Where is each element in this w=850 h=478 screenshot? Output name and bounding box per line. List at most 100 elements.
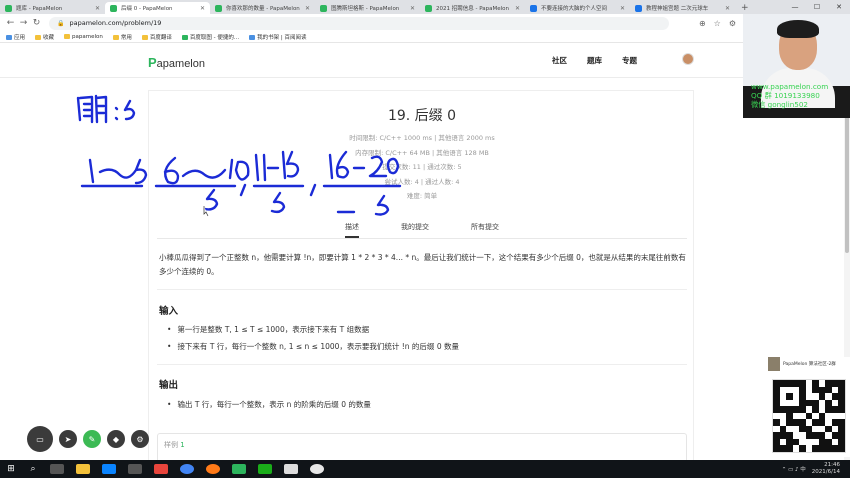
app-icon[interactable]	[206, 464, 220, 474]
search-icon[interactable]: ⌕	[22, 464, 44, 474]
close-icon[interactable]: ✕	[200, 5, 205, 12]
board-icon[interactable]: ▭	[27, 426, 53, 452]
list-item: 输出 T 行，每行一个整数，表示 n 的阶乘的后缀 0 的数量	[167, 396, 370, 413]
close-icon[interactable]: ✕	[515, 5, 520, 12]
papamelon-favicon	[425, 4, 432, 12]
list-item: 接下来有 T 行，每行一个整数 n, 1 ≤ n ≤ 1000，表示要我们统计 …	[167, 338, 459, 355]
windows-start-icon[interactable]: ⊞	[0, 464, 22, 474]
browser-tab-bar: 题库 - PapaMelon ✕ 后缀 0 - PapaMelon ✕ 你喜欢那的数…	[0, 0, 850, 14]
folder-icon	[141, 35, 148, 40]
maximize-icon[interactable]: ☐	[806, 0, 828, 14]
browser-tab[interactable]: 图腾斯坦格斯 - PapaMelon ✕	[315, 2, 420, 14]
close-icon[interactable]: ✕	[620, 5, 625, 12]
group-avatar	[768, 357, 780, 371]
app-icon[interactable]	[232, 464, 246, 474]
taskbar: ⊞ ⌕ ⌃ ▭ ♪ 中 21:46 2021/6/14	[0, 460, 850, 478]
papamelon-favicon	[320, 4, 327, 12]
bookmark-item[interactable]: 收藏	[35, 33, 54, 41]
submission-stats: 提交次数: 11 | 通过次数: 5	[382, 163, 462, 171]
forward-icon[interactable]: →	[17, 18, 30, 28]
qr-promo: PapaMelon 算法社区-2群	[768, 357, 850, 457]
input-list: 第一行是整数 T, 1 ≤ T ≤ 1000，表示接下来有 T 组数据 接下来有…	[167, 321, 459, 355]
url-text: papamelon.com/problem/19	[69, 19, 162, 27]
nav-problems[interactable]: 题库	[587, 55, 602, 66]
tab-description[interactable]: 描述	[345, 222, 359, 238]
clock[interactable]: 21:46 2021/6/14	[812, 462, 840, 476]
site-nav: 社区 题库 专题	[552, 55, 637, 66]
bookmark-item[interactable]: 我的书架 | 百阅阅读	[249, 33, 307, 41]
file-explorer-icon[interactable]	[76, 464, 90, 474]
browser-tab[interactable]: 题库 - PapaMelon ✕	[0, 2, 105, 14]
nav-topics[interactable]: 专题	[622, 55, 637, 66]
close-icon[interactable]: ✕	[305, 5, 310, 12]
chrome-icon[interactable]	[180, 464, 194, 474]
browser-tab[interactable]: 你喜欢那的数量 - PapaMelon ✕	[210, 2, 315, 14]
difficulty: 难度: 简单	[406, 192, 438, 200]
bookmark-item[interactable]: 百度翻译	[141, 33, 172, 41]
problem-tabs: 描述 我的提交 所有提交	[149, 222, 695, 238]
minimize-icon[interactable]: —	[784, 0, 806, 14]
back-icon[interactable]: ←	[4, 18, 17, 28]
app-icon[interactable]	[310, 464, 324, 474]
wechat-icon[interactable]	[258, 464, 272, 474]
lock-icon: 🔒	[57, 19, 65, 27]
page-title: 19. 后缀 0	[387, 108, 457, 124]
browser-tab[interactable]: 教程神姐宫题 二次元球车 ✕	[630, 2, 735, 14]
browser-tab[interactable]: 2021 招聘信息 - PapaMelon ✕	[420, 2, 525, 14]
site-logo[interactable]: Papamelon	[148, 55, 205, 70]
handwriting-1-5	[88, 158, 148, 185]
bookmark-item[interactable]: 应用	[6, 33, 25, 41]
terminal-icon[interactable]	[128, 464, 142, 474]
browser-tab-active[interactable]: 后缀 0 - PapaMelon ✕	[105, 2, 210, 14]
star-icon[interactable]: ☆	[714, 19, 721, 28]
translate-icon[interactable]: ⊕	[699, 19, 706, 28]
window-controls: — ☐ ✕	[784, 0, 850, 14]
close-icon[interactable]: ✕	[410, 5, 415, 12]
problem-description: 小棒瓜瓜得到了一个正整数 n，他需要计算 !n，即要计算 1 * 2 * 3 *…	[159, 253, 686, 276]
output-list: 输出 T 行，每行一个整数，表示 n 的阶乘的后缀 0 的数量	[167, 396, 370, 413]
bird-icon	[249, 35, 256, 40]
handwriting-colon	[114, 106, 119, 121]
address-toolbar: ← → ↻ 🔒 papamelon.com/problem/19 ⊕ ☆ ⚙	[0, 14, 850, 32]
app-icon[interactable]	[284, 464, 298, 474]
presenter-hair	[777, 20, 819, 38]
folder-icon	[64, 34, 71, 39]
handwriting-five	[123, 99, 136, 121]
apps-icon	[6, 35, 12, 40]
pointer-icon[interactable]: ➤	[59, 430, 77, 448]
problem-meta: 时间限制: C/C++ 1000 ms | 其他语言 2000 ms 内存限制:…	[149, 131, 695, 204]
eraser-icon[interactable]: ◆	[107, 430, 125, 448]
divider	[157, 364, 687, 365]
page-icon	[181, 35, 188, 40]
url-bar[interactable]: 🔒 papamelon.com/problem/19	[49, 16, 669, 30]
tray-icons[interactable]: ⌃ ▭ ♪ 中	[782, 465, 806, 473]
settings-icon[interactable]: ⚙	[131, 430, 149, 448]
folder-icon	[112, 35, 119, 40]
site-header: Papamelon 社区 题库 专题	[0, 43, 850, 78]
close-icon[interactable]: ✕	[725, 5, 730, 12]
page-favicon	[635, 4, 642, 12]
extensions-icon[interactable]: ⚙	[729, 19, 736, 28]
memory-limit: 内存限制: C/C++ 64 MB | 其他语言 128 MB	[355, 148, 489, 157]
nav-community[interactable]: 社区	[552, 55, 567, 66]
user-stats: 尝试人数: 4 | 通过人数: 4	[384, 177, 460, 186]
cam-caption: www.papamelon.com QQ 群 1019133980 微信 gon…	[751, 82, 829, 109]
bookmark-item[interactable]: 常用	[112, 33, 132, 41]
bookmark-item[interactable]: papamelon	[64, 34, 103, 40]
avatar[interactable]	[682, 53, 694, 65]
pen-icon[interactable]: ✎	[83, 430, 101, 448]
reload-icon[interactable]: ↻	[30, 18, 43, 28]
close-icon[interactable]: ✕	[95, 5, 100, 12]
papamelon-favicon	[215, 4, 222, 12]
bookmark-item[interactable]: 百度取图 - 便捷的...	[181, 33, 239, 41]
page-favicon	[530, 4, 537, 12]
app-icon[interactable]	[154, 464, 168, 474]
vscode-icon[interactable]	[102, 464, 116, 474]
tab-all-submissions[interactable]: 所有提交	[471, 222, 499, 238]
task-view-icon[interactable]	[50, 464, 64, 474]
close-window-icon[interactable]: ✕	[828, 0, 850, 14]
browser-tab[interactable]: 不要连接的大脑的个人空间 ✕	[525, 2, 630, 14]
tab-my-submissions[interactable]: 我的提交	[401, 222, 429, 238]
scrollbar-thumb[interactable]	[845, 103, 849, 253]
new-tab-button[interactable]: +	[735, 2, 755, 14]
